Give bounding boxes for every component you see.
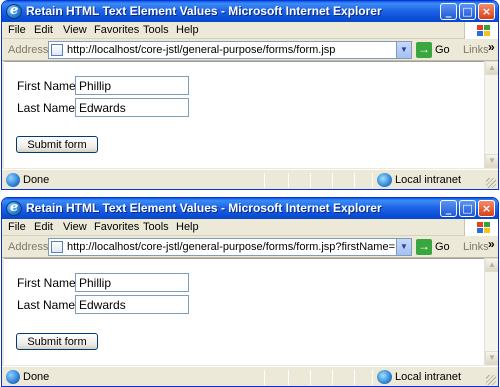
- resize-grip-icon[interactable]: [486, 375, 496, 385]
- resize-grip-icon[interactable]: [486, 178, 496, 188]
- maximize-icon[interactable]: □: [459, 200, 476, 217]
- go-label[interactable]: Go: [435, 241, 450, 253]
- menu-help[interactable]: Help: [176, 24, 199, 36]
- address-url[interactable]: http://localhost/core-jstl/general-purpo…: [67, 44, 395, 56]
- links-label[interactable]: Links: [463, 44, 489, 56]
- last-name-input[interactable]: [75, 295, 189, 314]
- menu-file[interactable]: File: [8, 221, 26, 233]
- window-title: Retain HTML Text Element Values - Micros…: [26, 4, 382, 18]
- browser-window-2: Retain HTML Text Element Values - Micros…: [1, 197, 499, 387]
- status-divider: [372, 173, 373, 188]
- status-divider: [354, 370, 355, 385]
- status-divider: [372, 370, 373, 385]
- status-text: Done: [23, 371, 50, 383]
- menu-tools[interactable]: Tools: [143, 221, 169, 233]
- menu-bar: File Edit View Favorites Tools Help: [2, 22, 498, 39]
- chevron-right-icon[interactable]: »: [488, 40, 495, 54]
- zone-text: Local intranet: [395, 371, 462, 383]
- windows-flag-icon: [464, 22, 498, 39]
- last-name-input[interactable]: [75, 98, 189, 117]
- page-icon: [51, 241, 63, 253]
- status-text: Done: [23, 174, 50, 186]
- status-bar: Done Local intranet: [2, 366, 498, 386]
- minimize-icon[interactable]: _: [440, 200, 457, 217]
- maximize-icon[interactable]: □: [459, 3, 476, 20]
- go-button[interactable]: → Go: [416, 239, 456, 255]
- menu-view[interactable]: View: [63, 221, 87, 233]
- zone-text: Local intranet: [395, 174, 462, 186]
- scroll-up-icon[interactable]: ▲: [485, 258, 498, 272]
- status-divider: [288, 173, 289, 188]
- first-name-label: First Name:: [17, 79, 80, 93]
- vertical-scrollbar[interactable]: ▲ ▼: [484, 61, 498, 168]
- status-bar: Done Local intranet: [2, 169, 498, 189]
- status-divider: [288, 370, 289, 385]
- menu-favorites[interactable]: Favorites: [94, 24, 139, 36]
- address-field[interactable]: http://localhost/core-jstl/general-purpo…: [48, 238, 412, 256]
- status-divider: [332, 173, 333, 188]
- address-label: Address: [8, 44, 49, 56]
- chevron-down-icon[interactable]: ▼: [396, 42, 411, 58]
- scroll-up-icon[interactable]: ▲: [485, 61, 498, 75]
- last-name-label: Last Name:: [17, 298, 79, 312]
- status-divider: [310, 370, 311, 385]
- submit-form-button[interactable]: Submit form: [16, 333, 98, 350]
- ie-icon[interactable]: [6, 200, 22, 216]
- menu-tools[interactable]: Tools: [143, 24, 169, 36]
- go-arrow-icon[interactable]: →: [416, 42, 432, 58]
- go-arrow-icon[interactable]: →: [416, 239, 432, 255]
- globe-icon: [377, 173, 392, 187]
- ie-page-icon: [6, 370, 20, 384]
- status-divider: [332, 370, 333, 385]
- browser-window-1: Retain HTML Text Element Values - Micros…: [1, 0, 499, 190]
- windows-flag-icon: [464, 219, 498, 236]
- status-divider: [310, 173, 311, 188]
- first-name-input[interactable]: [75, 76, 189, 95]
- page-content: First Name: Last Name: Submit form: [4, 258, 484, 365]
- globe-icon: [377, 370, 392, 384]
- links-label[interactable]: Links: [463, 241, 489, 253]
- window-title: Retain HTML Text Element Values - Micros…: [26, 201, 382, 215]
- go-button[interactable]: → Go: [416, 42, 456, 58]
- last-name-label: Last Name:: [17, 101, 79, 115]
- menu-view[interactable]: View: [63, 24, 87, 36]
- address-field[interactable]: http://localhost/core-jstl/general-purpo…: [48, 41, 412, 59]
- first-name-label: First Name:: [17, 276, 80, 290]
- status-divider: [264, 173, 265, 188]
- status-divider: [354, 173, 355, 188]
- title-bar[interactable]: Retain HTML Text Element Values - Micros…: [2, 1, 498, 22]
- page-content: First Name: Last Name: Submit form: [4, 61, 484, 168]
- minimize-icon[interactable]: _: [440, 3, 457, 20]
- vertical-scrollbar[interactable]: ▲ ▼: [484, 258, 498, 365]
- first-name-input[interactable]: [75, 273, 189, 292]
- chevron-down-icon[interactable]: ▼: [396, 239, 411, 255]
- go-label[interactable]: Go: [435, 44, 450, 56]
- address-bar: Address http://localhost/core-jstl/gener…: [2, 236, 498, 258]
- status-divider: [264, 370, 265, 385]
- ie-icon[interactable]: [6, 3, 22, 19]
- submit-form-button[interactable]: Submit form: [16, 136, 98, 153]
- menu-file[interactable]: File: [8, 24, 26, 36]
- title-bar[interactable]: Retain HTML Text Element Values - Micros…: [2, 198, 498, 219]
- chevron-right-icon[interactable]: »: [488, 237, 495, 251]
- menu-bar: File Edit View Favorites Tools Help: [2, 219, 498, 236]
- address-bar: Address http://localhost/core-jstl/gener…: [2, 39, 498, 61]
- close-icon[interactable]: ×: [478, 3, 495, 20]
- menu-edit[interactable]: Edit: [34, 221, 53, 233]
- menu-edit[interactable]: Edit: [34, 24, 53, 36]
- scroll-down-icon[interactable]: ▼: [485, 351, 498, 365]
- page-icon: [51, 44, 63, 56]
- address-label: Address: [8, 241, 49, 253]
- close-icon[interactable]: ×: [478, 200, 495, 217]
- scroll-down-icon[interactable]: ▼: [485, 154, 498, 168]
- menu-favorites[interactable]: Favorites: [94, 221, 139, 233]
- ie-page-icon: [6, 173, 20, 187]
- address-url[interactable]: http://localhost/core-jstl/general-purpo…: [67, 241, 395, 253]
- menu-help[interactable]: Help: [176, 221, 199, 233]
